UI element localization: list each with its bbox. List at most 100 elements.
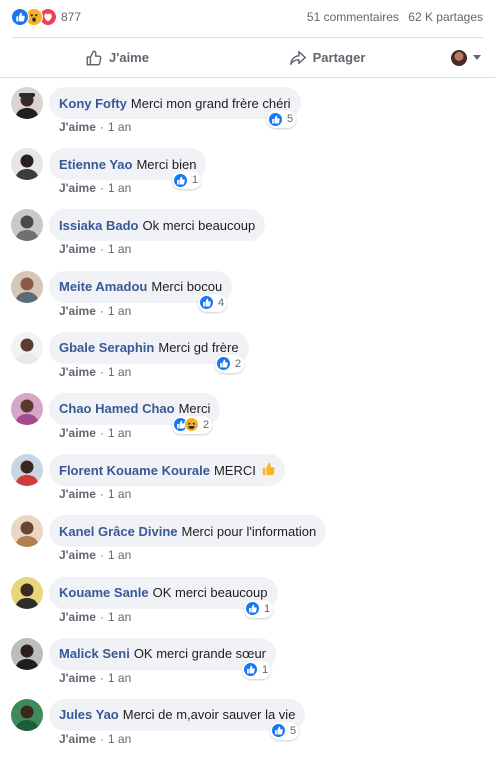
- comment-text: Merci gd frère: [158, 340, 239, 356]
- comment-item: Florent Kouame Kourale MERCI J'aime · 1 an: [0, 454, 495, 515]
- thumbs-up-icon: [199, 295, 214, 311]
- comment-time[interactable]: 1 an: [108, 365, 131, 379]
- reaction-number: 1: [262, 663, 269, 676]
- comment-text: OK merci grande sœur: [133, 646, 267, 662]
- comment-text: Merci mon grand frère chéri: [130, 95, 291, 111]
- comment-like-link[interactable]: J'aime: [59, 120, 96, 134]
- comment-like-link[interactable]: J'aime: [59, 365, 96, 379]
- like-button[interactable]: J'aime: [12, 38, 222, 77]
- comment-item: Meite Amadou Merci bocou J'aime · 1 an 4: [0, 270, 495, 332]
- comment-like-link[interactable]: J'aime: [59, 304, 96, 318]
- comment-meta: J'aime · 1 an: [59, 487, 132, 502]
- comment-time[interactable]: 1 an: [108, 548, 131, 562]
- comment-time[interactable]: 1 an: [108, 610, 131, 624]
- comment-author[interactable]: Etienne Yao: [59, 157, 132, 172]
- comment-like-link[interactable]: J'aime: [59, 732, 96, 746]
- comment-like-link[interactable]: J'aime: [59, 242, 96, 256]
- avatar[interactable]: [11, 209, 43, 242]
- comment-like-link[interactable]: J'aime: [59, 487, 96, 501]
- comment-like-link[interactable]: J'aime: [59, 610, 96, 624]
- thumbs-up-icon: [245, 601, 260, 616]
- comment-reaction-badge[interactable]: 1: [242, 660, 272, 679]
- comment-reaction-badge[interactable]: 5: [267, 110, 297, 128]
- comment-text: Merci: [178, 401, 211, 417]
- comment-item: Issiaka Bado Ok merci beaucoup J'aime · 1 …: [0, 209, 495, 270]
- reaction-number: 4: [218, 296, 225, 309]
- comment-item: Chao Hamed Chao Merci J'aime · 1 an 2: [0, 392, 495, 454]
- comment-reaction-badge[interactable]: 1: [244, 599, 274, 618]
- comment-author[interactable]: Malick Seni: [59, 646, 130, 661]
- comment-meta: J'aime · 1 an: [59, 242, 132, 257]
- comment-author[interactable]: Kouame Sanle: [59, 585, 149, 600]
- comment-time[interactable]: 1 an: [108, 304, 131, 318]
- comment-like-link[interactable]: J'aime: [59, 548, 96, 562]
- comment-item: Kony Fofty Merci mon grand frère chéri J…: [0, 87, 495, 148]
- thumbs-up-emoji-icon: [261, 462, 275, 479]
- avatar[interactable]: [11, 148, 43, 181]
- comment-time[interactable]: 1 an: [108, 487, 131, 501]
- comment-reaction-badge[interactable]: 4: [198, 293, 228, 312]
- share-button[interactable]: Partager: [222, 38, 432, 77]
- comment-text: Merci bien: [136, 156, 197, 172]
- avatar[interactable]: [11, 331, 43, 364]
- comment-time[interactable]: 1 an: [108, 671, 131, 685]
- avatar[interactable]: [11, 392, 43, 425]
- comment-time[interactable]: 1 an: [108, 732, 131, 746]
- comment-item: Kanel Grâce Divine Merci pour l'informat…: [0, 515, 495, 576]
- comment-reaction-badge[interactable]: 5: [270, 721, 300, 740]
- reaction-number: 5: [290, 724, 297, 737]
- comment-meta: J'aime · 1 an: [59, 609, 132, 624]
- comments-list: Kony Fofty Merci mon grand frère chéri J…: [0, 87, 495, 760]
- comment-like-link[interactable]: J'aime: [59, 181, 96, 195]
- reaction-number: 5: [287, 113, 294, 125]
- comment-time[interactable]: 1 an: [108, 426, 131, 440]
- reaction-summary[interactable]: 877: [11, 8, 81, 26]
- comment-author[interactable]: Issiaka Bado: [59, 218, 139, 233]
- comment-meta: J'aime · 1 an: [59, 303, 132, 318]
- reaction-count[interactable]: 877: [61, 10, 81, 24]
- avatar[interactable]: [11, 698, 43, 731]
- post-stats-bar: 877 51 commentaires 62 K partages: [0, 0, 495, 34]
- comment-author[interactable]: Chao Hamed Chao: [59, 401, 175, 416]
- comment-author[interactable]: Kanel Grâce Divine: [59, 524, 178, 539]
- comment-meta: J'aime · 1 an: [59, 548, 132, 563]
- avatar[interactable]: [11, 270, 43, 303]
- thumbs-up-icon: [173, 172, 188, 188]
- like-label: J'aime: [109, 50, 149, 65]
- thumbs-up-outline-icon: [86, 50, 102, 65]
- shares-count[interactable]: 62 K partages: [408, 10, 483, 24]
- comment-meta: J'aime · 1 an: [59, 425, 132, 440]
- comment-meta: J'aime · 1 an: [59, 364, 132, 379]
- reaction-number: 2: [235, 357, 242, 370]
- avatar[interactable]: [11, 515, 43, 548]
- comment-reaction-badge[interactable]: 2: [215, 354, 245, 373]
- comment-bubble: Issiaka Bado Ok merci beaucoup: [49, 209, 266, 242]
- comment-reaction-badge[interactable]: 1: [172, 171, 202, 190]
- comment-text: Merci de m,avoir sauver la vie: [122, 707, 296, 723]
- comment-like-link[interactable]: J'aime: [59, 426, 96, 440]
- comment-meta: J'aime · 1 an: [59, 120, 132, 134]
- thumbs-up-icon: [271, 723, 286, 739]
- comment-time[interactable]: 1 an: [108, 181, 131, 195]
- avatar[interactable]: [11, 576, 43, 609]
- comment-as-selector[interactable]: [432, 38, 483, 77]
- comment-author[interactable]: Meite Amadou: [59, 279, 147, 294]
- comment-text: MERCI: [213, 462, 256, 478]
- comment-bubble: Florent Kouame Kourale MERCI: [49, 454, 285, 487]
- comment-reaction-badge[interactable]: 2: [172, 415, 213, 434]
- comment-author[interactable]: Kony Fofty: [59, 96, 127, 111]
- caret-down-icon: [473, 55, 481, 60]
- avatar[interactable]: [11, 637, 43, 670]
- comment-author[interactable]: Jules Yao: [59, 707, 119, 722]
- comment-time[interactable]: 1 an: [108, 120, 131, 134]
- comment-text: OK merci beaucoup: [152, 585, 268, 600]
- avatar[interactable]: [11, 454, 43, 487]
- comment-like-link[interactable]: J'aime: [59, 671, 96, 685]
- comment-author[interactable]: Gbale Seraphin: [59, 340, 154, 355]
- comment-author[interactable]: Florent Kouame Kourale: [59, 463, 210, 478]
- reaction-number: 1: [192, 174, 199, 187]
- comment-time[interactable]: 1 an: [108, 242, 131, 256]
- engagement-counts: 51 commentaires 62 K partages: [301, 10, 483, 24]
- avatar[interactable]: [11, 87, 43, 119]
- comments-count[interactable]: 51 commentaires: [307, 10, 399, 24]
